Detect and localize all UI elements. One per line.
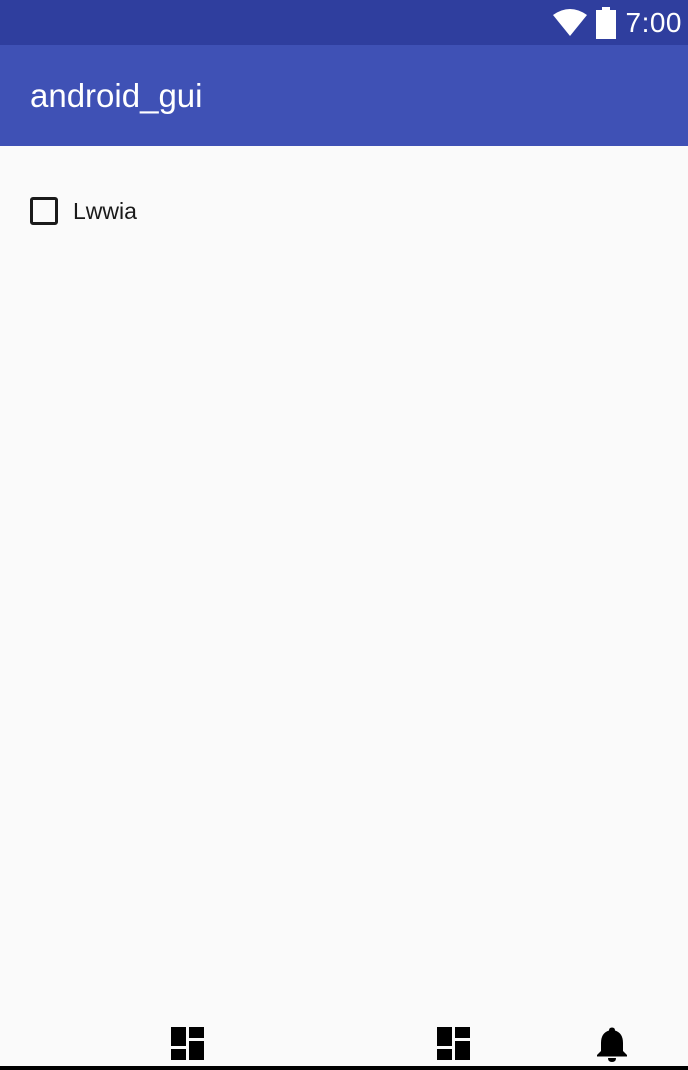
checkbox-lwwia[interactable]: Lwwia — [30, 194, 137, 228]
dashboard-icon[interactable] — [437, 1027, 470, 1060]
status-clock: 7:00 — [625, 7, 682, 38]
notifications-icon[interactable] — [596, 1026, 628, 1062]
checkbox-box[interactable] — [30, 197, 58, 225]
app-title: android_gui — [30, 77, 203, 114]
status-icons: 7:00 — [552, 0, 683, 45]
app-bar: android_gui — [0, 45, 688, 146]
dashboard-icon[interactable] — [171, 1027, 204, 1060]
bottom-edge-divider — [0, 1066, 688, 1070]
status-bar: 7:00 — [0, 0, 688, 45]
checkbox-label: Lwwia — [73, 197, 137, 224]
wifi-icon — [552, 8, 587, 36]
bottom-navigation — [0, 1020, 688, 1066]
battery-icon — [595, 6, 616, 39]
main-content: Lwwia — [0, 146, 688, 1036]
